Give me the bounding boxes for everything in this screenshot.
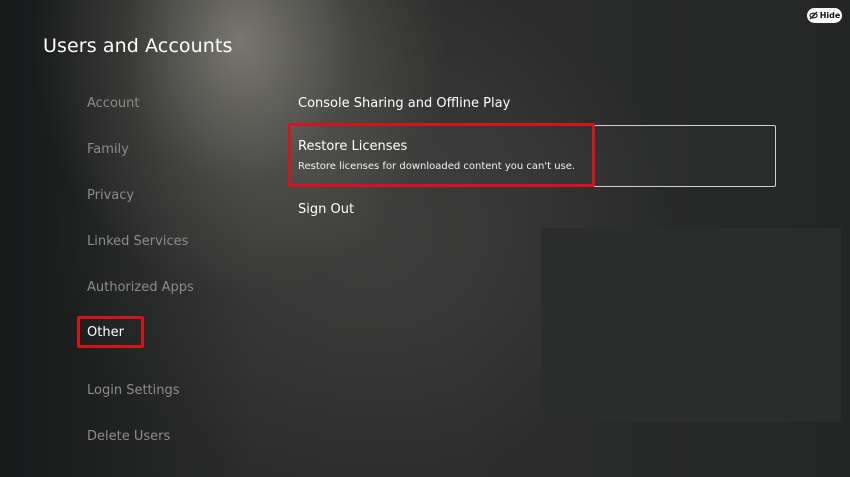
preview-panel <box>541 228 841 422</box>
sidebar-item-family[interactable]: Family <box>87 142 129 157</box>
page-title: Users and Accounts <box>43 35 233 57</box>
restore-licenses-highlight-box <box>288 123 595 187</box>
other-highlight-box <box>77 316 144 348</box>
eye-slash-icon <box>809 11 818 20</box>
sidebar-item-delete-users[interactable]: Delete Users <box>87 429 170 444</box>
hide-button[interactable]: Hide <box>807 8 842 23</box>
sign-out-option[interactable]: Sign Out <box>298 202 354 217</box>
console-sharing-option[interactable]: Console Sharing and Offline Play <box>298 96 510 111</box>
sidebar-item-login-settings[interactable]: Login Settings <box>87 383 180 398</box>
hide-button-label: Hide <box>819 11 841 20</box>
sidebar-item-account[interactable]: Account <box>87 96 140 111</box>
sidebar-item-authorized-apps[interactable]: Authorized Apps <box>87 280 194 295</box>
sidebar-item-linked-services[interactable]: Linked Services <box>87 234 188 249</box>
sidebar-item-privacy[interactable]: Privacy <box>87 188 134 203</box>
